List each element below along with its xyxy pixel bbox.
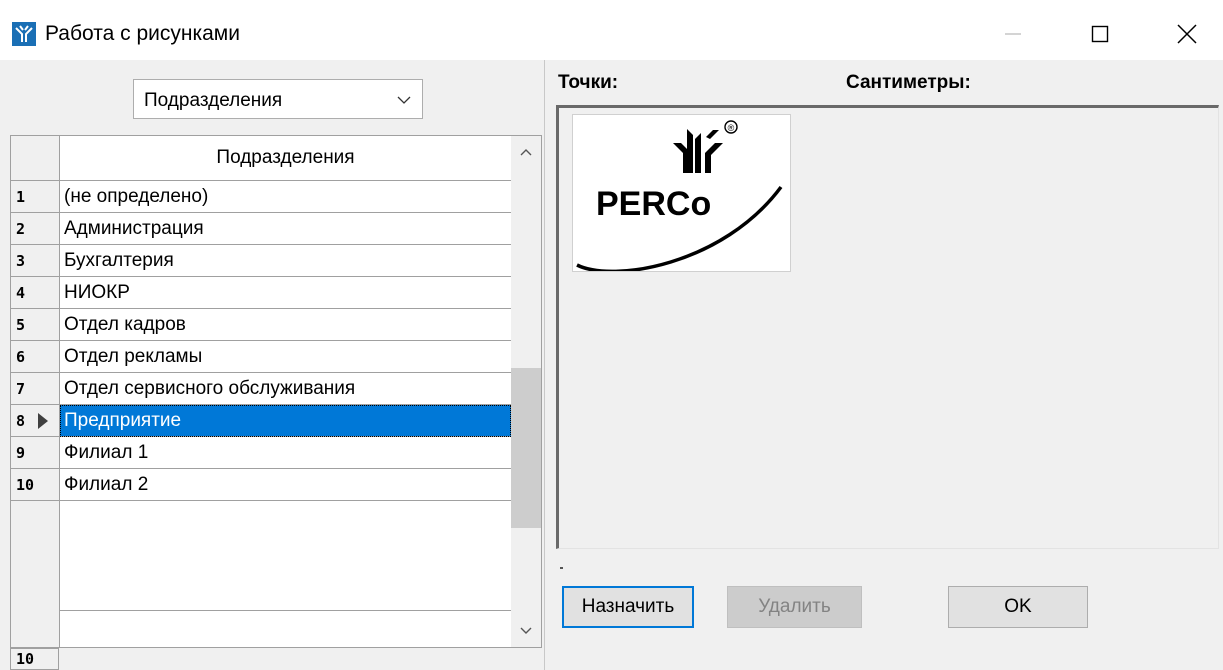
table-row[interactable]: 9 Филиал 1: [11, 437, 511, 469]
maximize-button[interactable]: [1077, 14, 1123, 54]
row-cell[interactable]: (не определено): [60, 181, 511, 213]
row-cell[interactable]: Отдел рекламы: [60, 341, 511, 373]
departments-grid: Подразделения 1 (не определено) 2 Админи…: [10, 135, 542, 648]
perco-logo-graphic: ® PERCo: [576, 120, 783, 274]
table-row[interactable]: 10 Филиал 2: [11, 469, 511, 501]
row-number: 10: [11, 469, 60, 501]
close-icon: [1177, 24, 1197, 44]
table-row[interactable]: 2 Администрация: [11, 213, 511, 245]
row-cell[interactable]: НИОКР: [60, 277, 511, 309]
scroll-up-button[interactable]: [511, 136, 541, 168]
table-row[interactable]: 3 Бухгалтерия: [11, 245, 511, 277]
column-header-departments[interactable]: Подразделения: [60, 136, 511, 181]
ok-button[interactable]: OK: [948, 586, 1088, 628]
row-cell[interactable]: Филиал 1: [60, 437, 511, 469]
row-number: 6: [11, 341, 60, 373]
row-number: 9: [11, 437, 60, 469]
perco-emblem-icon: [673, 129, 723, 173]
table-row[interactable]: 6 Отдел рекламы: [11, 341, 511, 373]
title-bar: Работа с рисунками: [0, 0, 1223, 60]
table-row[interactable]: 4 НИОКР: [11, 277, 511, 309]
row-cell[interactable]: Филиал 2: [60, 469, 511, 501]
centimeters-label: Сантиметры:: [846, 72, 971, 93]
scroll-thumb[interactable]: [511, 368, 541, 528]
minimize-icon: [1005, 33, 1021, 35]
maximize-icon: [1091, 25, 1109, 43]
grid-corner: [11, 136, 60, 181]
table-row[interactable]: 7 Отдел сервисного обслуживания: [11, 373, 511, 405]
points-label: Точки:: [558, 72, 619, 93]
current-row-pointer-icon: [38, 413, 48, 429]
row-number: 8: [11, 405, 60, 437]
chevron-up-icon: [520, 149, 532, 156]
assign-button[interactable]: Назначить: [562, 586, 694, 628]
delete-button[interactable]: Удалить: [727, 586, 862, 628]
scroll-down-button[interactable]: [511, 615, 541, 647]
category-combo[interactable]: Подразделения: [133, 79, 423, 119]
minimize-button[interactable]: [990, 14, 1036, 54]
table-row[interactable]: 1 (не определено): [11, 181, 511, 213]
row-number: 4: [11, 277, 60, 309]
status-mark: [560, 567, 563, 569]
row-cell[interactable]: Предприятие: [60, 405, 511, 437]
row-cell[interactable]: Бухгалтерия: [60, 245, 511, 277]
row-cell[interactable]: Отдел кадров: [60, 309, 511, 341]
row-number: 7: [11, 373, 60, 405]
perco-app-icon: [12, 22, 36, 46]
window-title: Работа с рисунками: [45, 22, 240, 45]
new-row-separator: [60, 610, 511, 611]
row-number: 5: [11, 309, 60, 341]
combo-selected-text: Подразделения: [144, 90, 283, 111]
table-row[interactable]: 5 Отдел кадров: [11, 309, 511, 341]
row-number: 1: [11, 181, 60, 213]
registered-mark: ®: [728, 123, 735, 133]
row-cell[interactable]: Отдел сервисного обслуживания: [60, 373, 511, 405]
perco-logo-text: PERCo: [596, 185, 711, 223]
record-count: 10: [10, 648, 59, 670]
table-row-selected[interactable]: 8 Предприятие: [11, 405, 511, 437]
chevron-down-icon: [520, 627, 532, 634]
row-number: 2: [11, 213, 60, 245]
row-number: 3: [11, 245, 60, 277]
chevron-down-icon: [397, 96, 411, 104]
perco-logo-image: ® PERCo: [572, 114, 791, 274]
close-button[interactable]: [1164, 14, 1210, 54]
row-cell[interactable]: Администрация: [60, 213, 511, 245]
grid-vertical-scrollbar[interactable]: [511, 136, 541, 647]
